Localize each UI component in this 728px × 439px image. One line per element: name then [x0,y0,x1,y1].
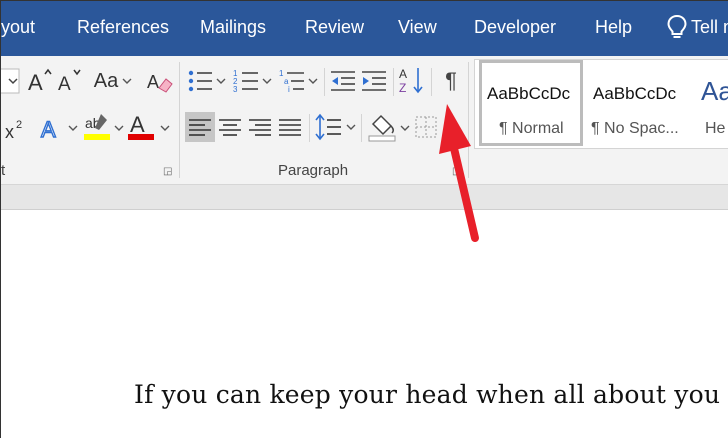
tab-view[interactable]: View [398,17,437,38]
superscript-button[interactable]: x2 [3,114,29,144]
separator [431,68,432,96]
clear-formatting-button[interactable]: A [146,66,174,96]
separator [361,114,362,142]
pilcrow-icon: ¶ [445,68,457,93]
svg-text:2: 2 [16,119,22,131]
sort-az-icon: A Z [399,67,423,95]
document-text-line[interactable]: If you can keep your head when all about… [134,380,720,409]
tab-layout[interactable]: yout [1,17,35,38]
align-right-icon [249,119,271,136]
svg-text:A: A [399,67,407,81]
tell-me-search[interactable]: Tell m [691,17,728,38]
justify-button[interactable] [275,112,305,142]
style-name: ¶ No Spac... [591,120,679,137]
multilevel-list-icon: 1 a i [279,69,318,94]
style-name: He [705,120,726,137]
svg-text:x: x [5,122,14,142]
align-center-button[interactable] [215,112,245,142]
font-dialog-launcher-icon[interactable]: ◲ [163,166,172,177]
sort-button[interactable]: A Z [398,64,426,98]
style-name: ¶ Normal [499,120,564,137]
style-no-spacing[interactable]: AaBbCcDc ¶ No Spac... [585,60,693,146]
annotation-arrow-icon [439,104,479,242]
svg-text:A: A [28,70,43,95]
text-effects-icon: A [40,116,78,143]
font-color-button[interactable]: A [127,110,171,144]
style-sample: AaBbCcDc [487,84,571,103]
ribbon-tab-bar: yout References Mailings Review View Dev… [1,1,728,56]
line-spacing-icon [315,113,356,141]
home-ribbon: A A Aa A x2 A ab A t ◲ 1 2 3 1 a i A Z ¶… [1,56,728,185]
svg-text:i: i [288,85,290,94]
svg-text:A: A [130,112,145,137]
tab-developer[interactable]: Developer [474,17,556,38]
align-left-icon [189,119,211,136]
document-page[interactable]: If you can keep your head when all about… [1,210,728,439]
align-left-button[interactable] [185,112,215,142]
decrease-indent-button[interactable] [329,66,357,96]
justify-icon [279,119,301,136]
svg-text:A: A [41,117,56,142]
text-effects-button[interactable]: A [39,112,79,144]
font-group-label: t [1,162,6,179]
svg-text:3: 3 [233,85,238,94]
style-normal[interactable]: AaBbCcDc ¶ Normal [479,60,583,146]
multilevel-list-button[interactable]: 1 a i [278,66,320,96]
styles-gallery: AaBbCcDc ¶ Normal AaBbCcDc ¶ No Spac... … [474,59,728,149]
align-right-button[interactable] [245,112,275,142]
paint-bucket-icon [368,114,410,142]
change-case-label: Aa [93,69,119,92]
tab-references[interactable]: References [77,17,169,38]
bullets-button[interactable] [186,66,228,96]
tab-mailings[interactable]: Mailings [200,17,266,38]
decrease-indent-icon [331,71,355,91]
style-sample: Aa [701,76,728,106]
numbered-list-icon: 1 2 3 [233,69,272,94]
show-hide-formatting-button[interactable]: ¶ [438,64,464,98]
paragraph-group-label: Paragraph [278,162,349,179]
align-center-icon [219,119,241,136]
group-divider [179,62,180,178]
bullet-list-icon [188,70,226,92]
svg-text:Z: Z [399,81,406,95]
grow-font-button[interactable]: A [26,66,54,96]
svg-text:A: A [147,72,159,92]
highlighter-icon: ab [84,114,124,140]
font-size-box[interactable] [1,68,21,94]
separator [309,114,310,142]
line-spacing-button[interactable] [313,111,357,143]
shrink-font-button[interactable]: A [56,66,84,96]
svg-text:A: A [58,74,71,95]
tab-review[interactable]: Review [305,17,364,38]
highlight-color-button[interactable]: ab [83,110,125,144]
separator [393,68,394,96]
shading-button[interactable] [367,110,411,144]
numbering-button[interactable]: 1 2 3 [232,66,274,96]
increase-indent-icon [362,71,386,91]
font-color-icon: A [128,112,170,140]
tab-help[interactable]: Help [595,17,632,38]
increase-indent-button[interactable] [360,66,388,96]
style-sample: AaBbCcDc [593,84,677,103]
ruler-area [1,185,728,210]
eraser-icon: A [147,72,173,93]
separator [324,68,325,96]
style-heading-1[interactable]: Aa He [695,60,728,146]
change-case-button[interactable]: Aa [91,66,135,96]
lightbulb-icon[interactable] [666,14,688,40]
